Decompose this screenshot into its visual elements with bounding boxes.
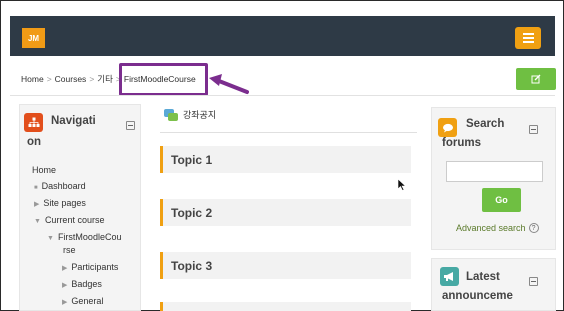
topic-section[interactable]: Topic 2 xyxy=(160,199,411,226)
navigation-block: Navigati on Home ■ Dashboard ▶ Site pages … xyxy=(19,104,141,311)
nav-item-home[interactable]: Home xyxy=(32,165,56,175)
latest-announcements-title: Latest xyxy=(466,271,500,283)
site-logo[interactable]: JM xyxy=(22,28,45,48)
collapse-icon[interactable] xyxy=(529,125,538,134)
breadcrumb-category[interactable]: 기타 xyxy=(97,74,113,84)
topic-title: Topic 1 xyxy=(171,153,213,167)
expand-arrow-icon: ▶ xyxy=(62,299,68,306)
nav-item-label: Participants xyxy=(71,262,119,272)
highlight-annotation-box xyxy=(119,63,208,96)
nav-item-label: rse xyxy=(63,245,76,255)
search-forums-block: Search forums Go Advanced search ? xyxy=(431,107,556,250)
expand-arrow-icon: ▶ xyxy=(62,282,68,289)
collapse-arrow-icon: ▼ xyxy=(47,235,54,242)
collapse-icon[interactable] xyxy=(126,121,135,130)
mouse-cursor-icon xyxy=(397,178,407,191)
breadcrumb-separator: > xyxy=(46,74,52,84)
latest-announcements-block: Latest announceme xyxy=(431,258,556,311)
nav-item-site-pages[interactable]: ▶ Site pages xyxy=(34,198,86,208)
topic-title: Topic 2 xyxy=(171,206,213,220)
nav-item-label: Badges xyxy=(71,279,102,289)
nav-item-dashboard[interactable]: ■ Dashboard xyxy=(34,181,86,191)
search-forums-title: Search xyxy=(466,118,505,130)
nav-item-course[interactable]: ▼ FirstMoodleCou xyxy=(47,232,121,242)
nav-item-label: Site pages xyxy=(43,198,86,208)
header-divider xyxy=(10,95,555,96)
nav-item-badges[interactable]: ▶ Badges xyxy=(62,279,102,289)
advanced-search-link[interactable]: Advanced search ? xyxy=(456,223,539,233)
navigation-title: Navigati xyxy=(51,115,96,127)
topic-section[interactable] xyxy=(160,302,411,311)
nav-item-current-course[interactable]: ▼ Current course xyxy=(34,215,104,225)
expand-arrow-icon: ▶ xyxy=(34,201,40,208)
nav-item-label: General xyxy=(71,296,104,306)
breadcrumb-courses[interactable]: Courses xyxy=(55,74,87,84)
collapse-icon[interactable] xyxy=(529,277,538,286)
megaphone-icon xyxy=(440,267,459,286)
expand-arrow-icon: ▶ xyxy=(62,265,68,272)
help-icon[interactable]: ? xyxy=(528,223,539,233)
announcements-label: 강좌공지 xyxy=(183,110,217,120)
nav-item-label: FirstMoodleCou xyxy=(57,232,122,242)
latest-announcements-title-wrap: announceme xyxy=(442,290,513,302)
hamburger-icon[interactable] xyxy=(515,27,541,49)
go-button[interactable]: Go xyxy=(482,188,521,212)
top-navbar xyxy=(10,16,555,56)
edit-icon xyxy=(531,74,541,84)
nav-item-general[interactable]: ▶ General xyxy=(62,296,103,306)
forum-icon xyxy=(164,108,178,121)
advanced-search-label: Advanced search xyxy=(456,223,526,233)
nav-item-course-wrap[interactable]: rse xyxy=(63,245,76,255)
breadcrumb-home[interactable]: Home xyxy=(21,74,44,84)
bullet-icon: ■ xyxy=(34,185,38,191)
topic-section[interactable]: Topic 3 xyxy=(160,252,411,279)
topic-title: Topic 3 xyxy=(171,259,213,273)
navigation-title-wrap: on xyxy=(27,136,42,148)
annotation-arrow-icon xyxy=(209,74,249,94)
section-divider xyxy=(160,132,417,133)
search-forums-title-wrap: forums xyxy=(442,137,481,149)
topic-section[interactable]: Topic 1 xyxy=(160,146,411,173)
sitemap-icon xyxy=(24,113,43,132)
nav-item-label: Dashboard xyxy=(41,181,86,191)
collapse-arrow-icon: ▼ xyxy=(34,218,41,225)
announcements-link[interactable]: 강좌공지 xyxy=(164,108,216,121)
nav-item-participants[interactable]: ▶ Participants xyxy=(62,262,118,272)
nav-item-label: Current course xyxy=(44,215,105,225)
search-forums-input[interactable] xyxy=(446,161,543,182)
edit-button[interactable] xyxy=(516,68,556,90)
breadcrumb-separator: > xyxy=(89,74,95,84)
nav-item-label: Home xyxy=(32,165,57,175)
